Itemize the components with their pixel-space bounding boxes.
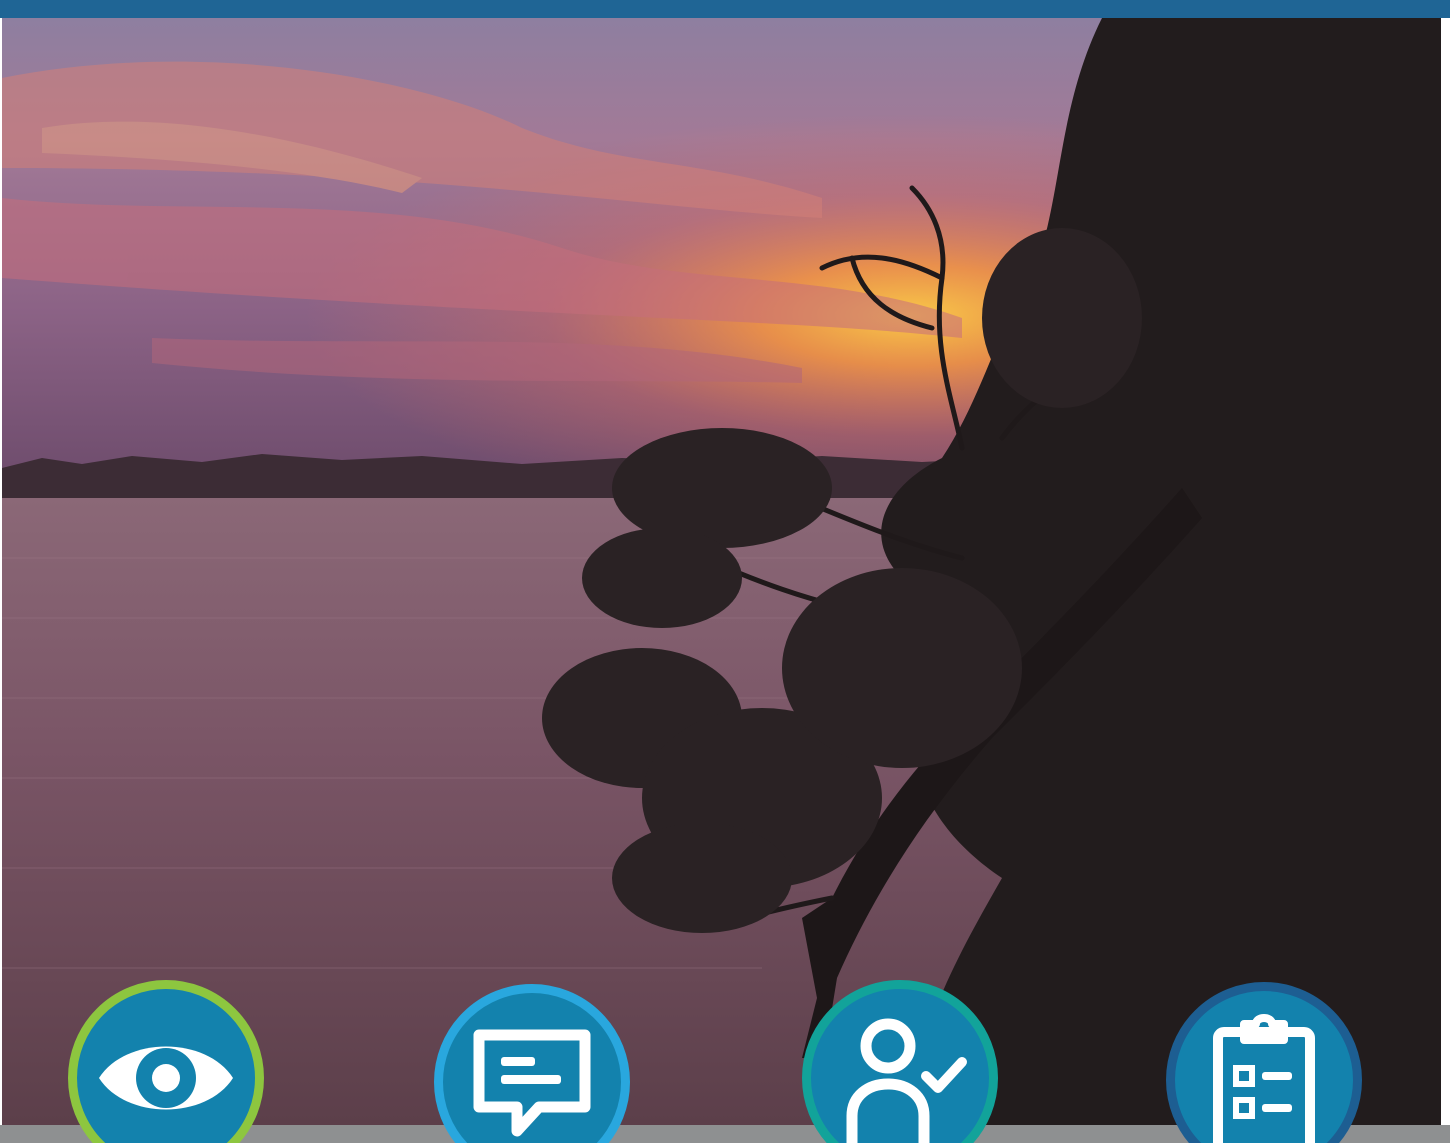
eye-icon (99, 1046, 233, 1110)
hero-photo (0, 18, 1443, 1125)
clipboard-checklist-icon (1213, 1014, 1315, 1143)
page (0, 0, 1450, 1143)
user-check-icon (846, 1018, 967, 1143)
top-accent-bar (0, 0, 1450, 18)
chat-message-icon (473, 1029, 591, 1137)
right-edge-margin (1441, 18, 1450, 1125)
